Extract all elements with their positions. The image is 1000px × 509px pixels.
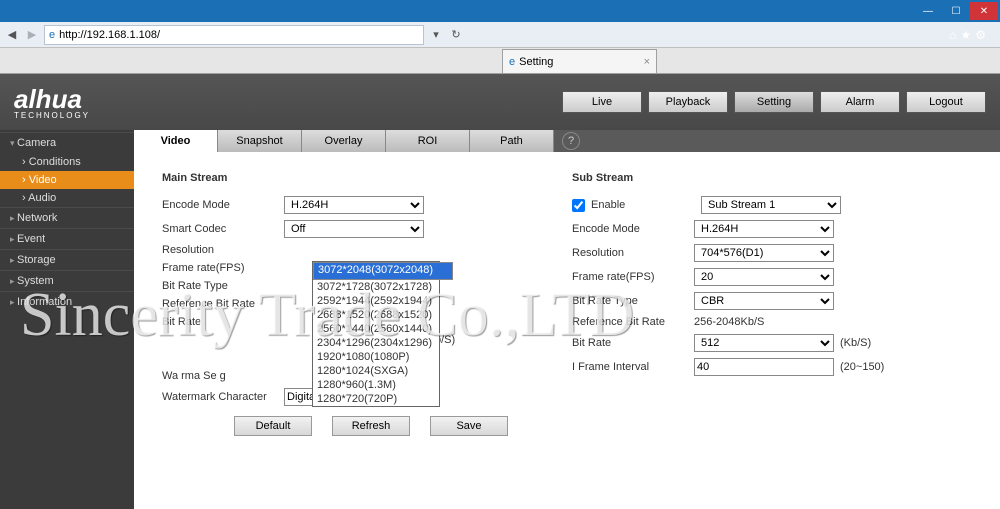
sub-encode-mode-select[interactable]: H.264H [694, 220, 834, 238]
encode-mode-label: Encode Mode [162, 199, 284, 211]
sub-resolution-label: Resolution [572, 247, 694, 259]
resolution-option[interactable]: 2592*1944(2592x1944) [313, 294, 439, 308]
resolution-option[interactable]: 2688*1520(2688x1520) [313, 308, 439, 322]
sub-bitrate-type-label: Bit Rate Type [572, 295, 694, 307]
bitrate-type-label: Bit Rate Type [162, 280, 284, 292]
sub-resolution-select[interactable]: 704*576(D1) [694, 244, 834, 262]
sub-iframe-label: I Frame Interval [572, 361, 694, 373]
resolution-label: Resolution [162, 244, 284, 256]
sub-encode-mode-label: Encode Mode [572, 223, 694, 235]
default-button[interactable]: Default [234, 416, 312, 436]
nav-alarm[interactable]: Alarm [820, 91, 900, 113]
sub-bitrate-select[interactable]: 512 [694, 334, 834, 352]
resolution-dropdown[interactable]: 3072*2048(3072x2048) 3072*1728(3072x1728… [312, 261, 440, 407]
main-area: Camera Conditions Video Audio Network Ev… [0, 130, 1000, 509]
resolution-option[interactable]: 2304*1296(2304x1296) [313, 336, 439, 350]
tab-overlay[interactable]: Overlay [302, 130, 386, 152]
tools-icon[interactable]: ⚙ [975, 28, 986, 42]
substream-select[interactable]: Sub Stream 1 [701, 196, 841, 214]
tab-snapshot[interactable]: Snapshot [218, 130, 302, 152]
resolution-option[interactable]: 3072*1728(3072x1728) [313, 280, 439, 294]
dropdown-icon[interactable]: ▾ [428, 27, 444, 43]
sub-tabs: Video Snapshot Overlay ROI Path ? [134, 130, 1000, 152]
favorites-icon[interactable]: ★ [960, 28, 971, 42]
main-nav: Live Playback Setting Alarm Logout [562, 91, 986, 113]
frame-rate-label: Frame rate(FPS) [162, 262, 284, 274]
minimize-button[interactable]: — [914, 2, 942, 20]
resolution-option[interactable]: 1280*960(1.3M) [313, 378, 439, 392]
sub-ref-bitrate-value: 256-2048Kb/S [694, 316, 764, 328]
sub-framerate-select[interactable]: 20 [694, 268, 834, 286]
sidebar-item-audio[interactable]: Audio [0, 189, 134, 207]
sidebar-group-information[interactable]: Information [0, 291, 134, 312]
save-button[interactable]: Save [430, 416, 508, 436]
resolution-option[interactable]: 2560*1440(2560x1440) [313, 322, 439, 336]
nav-setting[interactable]: Setting [734, 91, 814, 113]
nav-logout[interactable]: Logout [906, 91, 986, 113]
sidebar-group-event[interactable]: Event [0, 228, 134, 249]
main-stream-column: Main Stream Encode Mode H.264H Smart Cod… [162, 168, 562, 436]
resolution-option[interactable]: 1280*720(720P) [313, 392, 439, 406]
help-icon[interactable]: ? [562, 132, 580, 150]
browser-tab[interactable]: e Setting × [502, 49, 657, 73]
ie-icon: e [49, 29, 55, 41]
forward-icon[interactable]: ▶ [24, 27, 40, 43]
tab-close-icon[interactable]: × [644, 56, 650, 68]
browser-address-bar: ◀ ▶ e http://192.168.1.108/ ▾ ↻ ⌂ ★ ⚙ [0, 22, 1000, 48]
maximize-button[interactable]: ☐ [942, 2, 970, 20]
nav-live[interactable]: Live [562, 91, 642, 113]
refresh-button[interactable]: Refresh [332, 416, 410, 436]
wm-char-label: Watermark Character [162, 391, 284, 403]
sub-iframe-hint: (20~150) [840, 361, 884, 373]
sub-stream-title: Sub Stream [572, 168, 972, 196]
encode-mode-select[interactable]: H.264H [284, 196, 424, 214]
sub-stream-column: Sub Stream Enable Sub Stream 1 Encode Mo… [572, 168, 972, 436]
resolution-option[interactable]: 1280*1024(SXGA) [313, 364, 439, 378]
sub-iframe-input[interactable] [694, 358, 834, 376]
sidebar-group-network[interactable]: Network [0, 207, 134, 228]
ie-icon: e [509, 56, 515, 68]
tab-title: Setting [519, 56, 553, 68]
sidebar-item-video[interactable]: Video [0, 171, 134, 189]
logo: alhuaTECHNOLOGY [14, 84, 90, 120]
sub-bitrate-label: Bit Rate [572, 337, 694, 349]
home-icon[interactable]: ⌂ [949, 28, 956, 42]
sub-ref-bitrate-label: Reference Bit Rate [572, 316, 694, 328]
resolution-option[interactable]: 3072*2048(3072x2048) [313, 262, 453, 280]
sidebar-group-storage[interactable]: Storage [0, 249, 134, 270]
refresh-icon[interactable]: ↻ [448, 27, 464, 43]
sidebar-group-system[interactable]: System [0, 270, 134, 291]
main-stream-title: Main Stream [162, 168, 562, 196]
browser-tab-strip: e Setting × [0, 48, 1000, 74]
sidebar-item-conditions[interactable]: Conditions [0, 153, 134, 171]
window-titlebar: — ☐ ✕ [0, 0, 1000, 22]
content-area: Video Snapshot Overlay ROI Path ? Main S… [134, 130, 1000, 509]
smart-codec-label: Smart Codec [162, 223, 284, 235]
resolution-option[interactable]: 1920*1080(1080P) [313, 350, 439, 364]
back-icon[interactable]: ◀ [4, 27, 20, 43]
ref-bitrate-label: Reference Bit Rate [162, 298, 284, 310]
sub-bitrate-type-select[interactable]: CBR [694, 292, 834, 310]
sidebar-group-camera[interactable]: Camera [0, 132, 134, 153]
nav-playback[interactable]: Playback [648, 91, 728, 113]
tab-roi[interactable]: ROI [386, 130, 470, 152]
enable-checkbox[interactable] [572, 199, 585, 212]
settings-panel: Main Stream Encode Mode H.264H Smart Cod… [134, 152, 1000, 509]
tab-video[interactable]: Video [134, 130, 218, 152]
smart-codec-select[interactable]: Off [284, 220, 424, 238]
sidebar: Camera Conditions Video Audio Network Ev… [0, 130, 134, 509]
bitrate-label: Bit Rate [162, 316, 284, 328]
app-header: alhuaTECHNOLOGY Live Playback Setting Al… [0, 74, 1000, 130]
wm-settings-label: Wa rma Se g [162, 370, 284, 382]
close-button[interactable]: ✕ [970, 2, 998, 20]
enable-label: Enable [591, 199, 701, 211]
tab-path[interactable]: Path [470, 130, 554, 152]
url-text: http://192.168.1.108/ [59, 29, 160, 41]
sub-framerate-label: Frame rate(FPS) [572, 271, 694, 283]
sub-kbs-hint: (Kb/S) [840, 337, 871, 349]
url-input[interactable]: e http://192.168.1.108/ [44, 25, 424, 45]
